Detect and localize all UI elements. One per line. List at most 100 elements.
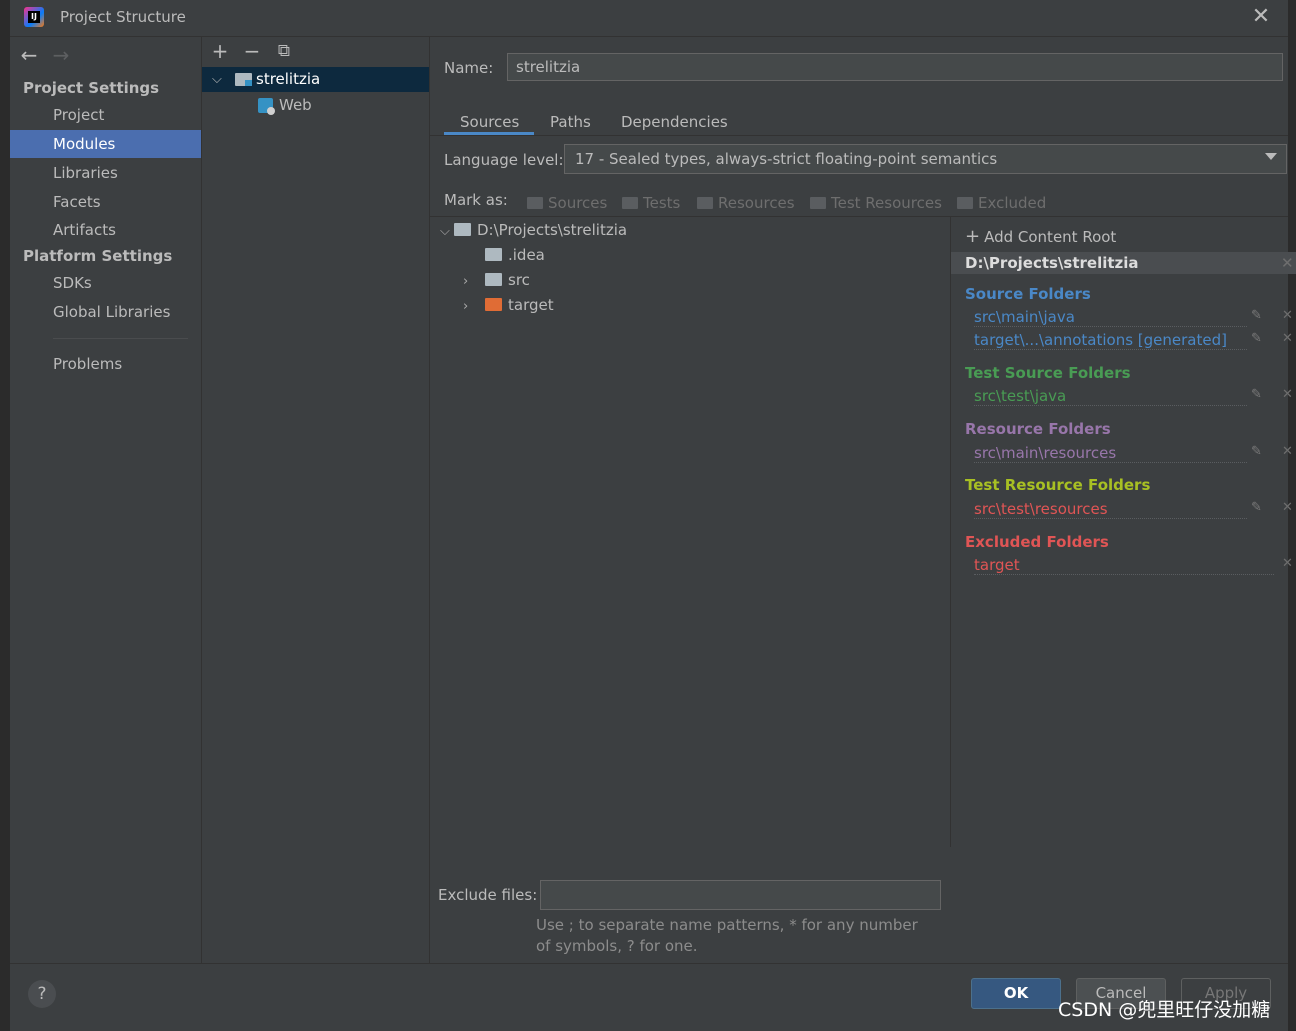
- source-folder-item: src\main\java: [974, 308, 1247, 327]
- content-root-file-tree: ⌵ D:\Projects\strelitzia .idea › src › targ…: [430, 217, 951, 847]
- remove-root-icon[interactable]: ✕: [1281, 252, 1294, 274]
- edit-icon[interactable]: ✎: [1251, 331, 1262, 346]
- add-content-root-label: Add Content Root: [984, 228, 1117, 246]
- tree-row-idea[interactable]: .idea: [485, 243, 545, 268]
- edit-icon[interactable]: ✎: [1251, 308, 1262, 323]
- intellij-logo-icon: IJ: [24, 7, 44, 27]
- sidebar-item-facets[interactable]: Facets: [10, 188, 201, 216]
- remove-icon[interactable]: ✕: [1282, 500, 1293, 515]
- module-tree-row-web[interactable]: Web: [202, 93, 429, 117]
- language-level-dropdown[interactable]: 17 - Sealed types, always-strict floatin…: [564, 144, 1287, 174]
- exclude-files-input[interactable]: [540, 880, 941, 910]
- tab-dependencies[interactable]: Dependencies: [621, 109, 728, 135]
- window-title: Project Structure: [60, 8, 186, 26]
- tree-label: target: [508, 296, 554, 314]
- forward-arrow-icon[interactable]: →: [50, 43, 72, 67]
- tree-label: .idea: [508, 246, 545, 264]
- web-facet-icon: [258, 98, 275, 115]
- excluded-folder-icon: [485, 298, 502, 311]
- copy-icon[interactable]: ⧉: [274, 41, 294, 61]
- module-folder-icon: [235, 73, 252, 86]
- test-resource-folders-title: Test Resource Folders: [965, 476, 1151, 494]
- tab-paths[interactable]: Paths: [550, 109, 591, 135]
- tree-label: src: [508, 271, 530, 289]
- folder-icon: [454, 223, 471, 236]
- chevron-down-icon[interactable]: ⌵: [212, 67, 222, 92]
- chevron-down-icon[interactable]: ⌵: [440, 219, 454, 244]
- tree-row-target[interactable]: › target: [463, 293, 554, 318]
- edit-icon[interactable]: ✎: [1251, 500, 1262, 515]
- language-level-label: Language level:: [444, 151, 564, 169]
- exclude-files-hint: Use ; to separate name patterns, * for a…: [536, 916, 918, 955]
- edit-icon[interactable]: ✎: [1251, 387, 1262, 402]
- module-settings-panel: Name: strelitzia Sources Paths Dependenc…: [430, 37, 1296, 963]
- mark-excluded-button[interactable]: Excluded: [957, 194, 1046, 212]
- mark-test-resources-button[interactable]: Test Resources: [810, 194, 942, 212]
- remove-icon[interactable]: ✕: [1282, 387, 1293, 402]
- source-folders-title: Source Folders: [965, 285, 1091, 303]
- mark-resources-label: Resources: [718, 194, 795, 212]
- exclude-files-label: Exclude files:: [438, 886, 538, 904]
- facet-label: Web: [279, 96, 312, 114]
- remove-icon[interactable]: ✕: [1282, 444, 1293, 459]
- module-tree-row-strelitzia[interactable]: ⌵ strelitzia: [202, 67, 429, 92]
- module-label: strelitzia: [256, 70, 321, 88]
- module-tree-panel: + − ⧉ ⌵ strelitzia Web: [202, 37, 430, 963]
- content-root-path: D:\Projects\strelitzia: [951, 252, 1296, 274]
- mark-test-resources-label: Test Resources: [831, 194, 942, 212]
- project-settings-heading: Project Settings: [23, 79, 160, 97]
- mark-sources-label: Sources: [548, 194, 608, 212]
- remove-icon[interactable]: −: [242, 41, 262, 61]
- mark-tests-button[interactable]: Tests: [622, 194, 680, 212]
- source-folder-item: target\...\annotations [generated]: [974, 331, 1247, 350]
- folder-icon: [622, 197, 638, 209]
- tree-row-root[interactable]: ⌵ D:\Projects\strelitzia: [440, 218, 627, 243]
- mark-excluded-label: Excluded: [978, 194, 1047, 212]
- watermark-text: CSDN @兜里旺仔没加糖: [1058, 999, 1271, 1021]
- edit-icon[interactable]: ✎: [1251, 444, 1262, 459]
- ide-background-right: [1288, 0, 1296, 1030]
- tree-row-src[interactable]: › src: [463, 268, 530, 293]
- resource-folders-title: Resource Folders: [965, 420, 1111, 438]
- add-content-root-button[interactable]: + Add Content Root: [965, 226, 1116, 247]
- sidebar-item-project[interactable]: Project: [10, 101, 201, 129]
- sidebar-item-modules[interactable]: Modules: [10, 130, 201, 158]
- chevron-right-icon[interactable]: ›: [463, 269, 477, 294]
- folder-icon: [485, 248, 502, 261]
- chevron-right-icon[interactable]: ›: [463, 294, 477, 319]
- test-source-folder-item: src\test\java: [974, 387, 1247, 406]
- excluded-folders-title: Excluded Folders: [965, 533, 1109, 551]
- folder-icon: [810, 197, 826, 209]
- sidebar-item-artifacts[interactable]: Artifacts: [10, 216, 201, 244]
- back-arrow-icon[interactable]: ←: [18, 43, 40, 67]
- sidebar-item-global-libraries[interactable]: Global Libraries: [10, 298, 201, 326]
- module-name-field[interactable]: strelitzia: [507, 53, 1283, 81]
- folder-icon: [697, 197, 713, 209]
- sidebar-item-libraries[interactable]: Libraries: [10, 159, 201, 187]
- resource-folder-item: src\main\resources: [974, 444, 1247, 463]
- mark-sources-button[interactable]: Sources: [527, 194, 607, 212]
- ok-button[interactable]: OK: [971, 978, 1061, 1009]
- tabs-divider: [430, 135, 1288, 136]
- folder-icon: [957, 197, 973, 209]
- settings-sidebar: ← → Project Settings Project Modules Lib…: [10, 37, 202, 963]
- excluded-folder-item: target: [974, 556, 1274, 575]
- mark-tests-label: Tests: [643, 194, 681, 212]
- add-icon[interactable]: +: [210, 41, 230, 61]
- mark-resources-button[interactable]: Resources: [697, 194, 795, 212]
- content-roots-panel: + Add Content Root D:\Projects\strelitzia…: [951, 217, 1296, 963]
- platform-settings-heading: Platform Settings: [23, 247, 173, 265]
- test-source-folders-title: Test Source Folders: [965, 364, 1131, 382]
- folder-icon: [527, 197, 543, 209]
- remove-icon[interactable]: ✕: [1282, 556, 1293, 571]
- name-label: Name:: [444, 59, 494, 77]
- remove-icon[interactable]: ✕: [1282, 308, 1293, 323]
- close-icon[interactable]: ✕: [1250, 5, 1272, 29]
- help-button[interactable]: ?: [28, 980, 56, 1008]
- sidebar-item-problems[interactable]: Problems: [10, 350, 201, 378]
- remove-icon[interactable]: ✕: [1282, 331, 1293, 346]
- sidebar-divider: [53, 338, 188, 339]
- sidebar-item-sdks[interactable]: SDKs: [10, 269, 201, 297]
- folder-icon: [485, 273, 502, 286]
- dropdown-arrow-icon[interactable]: [1265, 153, 1277, 160]
